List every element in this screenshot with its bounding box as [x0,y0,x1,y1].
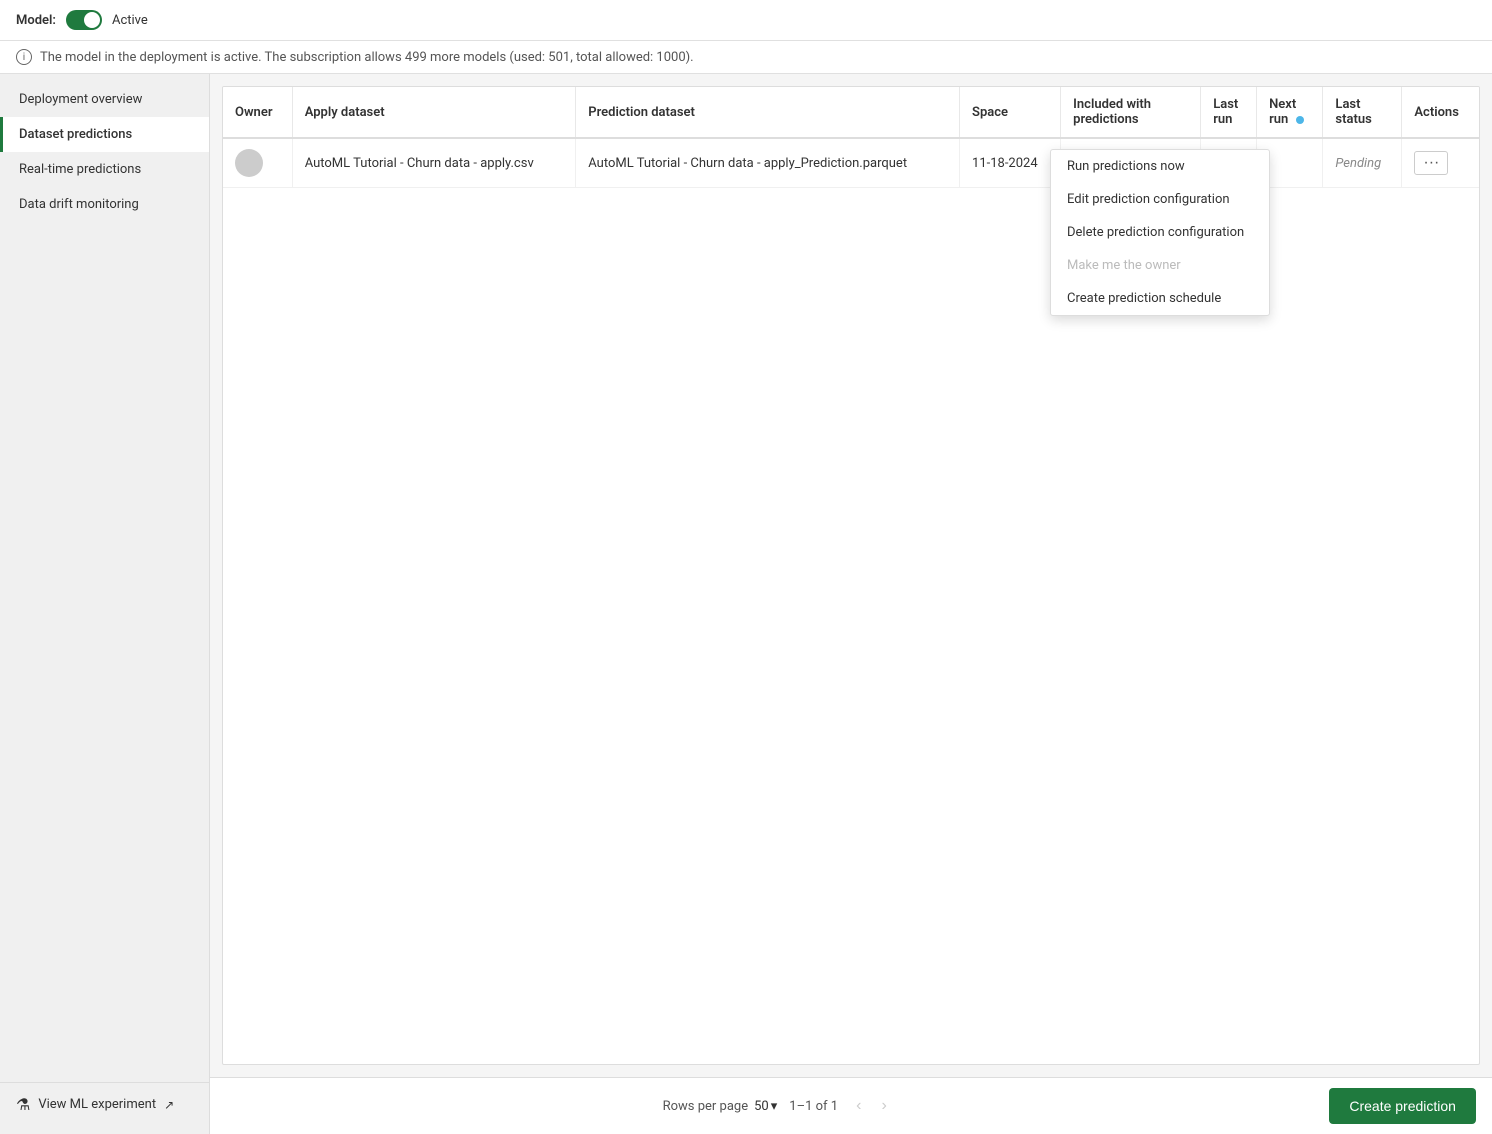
cell-space: 11-18-2024 [960,138,1061,188]
col-owner: Owner [223,87,292,138]
cell-apply-dataset: AutoML Tutorial - Churn data - apply.csv [292,138,576,188]
rows-per-page-select[interactable]: 50 ▾ [754,1099,777,1114]
col-prediction-dataset: Prediction dataset [576,87,960,138]
actions-dropdown-menu: Run predictions now Edit prediction conf… [1050,149,1270,316]
col-apply-dataset: Apply dataset [292,87,576,138]
pagination-info: Rows per page 50 ▾ 1–1 of 1 ‹ › [663,1093,893,1119]
info-bar: i The model in the deployment is active.… [0,41,1492,74]
cell-actions: ··· [1402,138,1479,188]
sidebar-item-dataset-predictions[interactable]: Dataset predictions [0,117,209,152]
model-toggle[interactable] [66,10,102,30]
info-icon: i [16,49,32,65]
cell-last-status: Pending [1323,138,1402,188]
next-run-dot [1296,116,1304,124]
sidebar-footer-label: View ML experiment [38,1097,156,1112]
info-text: The model in the deployment is active. T… [40,50,694,65]
chevron-down-icon: ▾ [771,1099,778,1114]
rows-per-page: Rows per page 50 ▾ [663,1099,778,1114]
dropdown-item-delete-prediction-configuration[interactable]: Delete prediction configuration [1051,216,1269,249]
col-last-status: Laststatus [1323,87,1402,138]
footer-bar: Rows per page 50 ▾ 1–1 of 1 ‹ › Create p… [210,1077,1492,1134]
table-row: AutoML Tutorial - Churn data - apply.csv… [223,138,1479,188]
cell-prediction-dataset: AutoML Tutorial - Churn data - apply_Pre… [576,138,960,188]
col-last-run: Lastrun [1201,87,1257,138]
col-included-with-predictions: Included withpredictions [1061,87,1201,138]
prev-page-button[interactable]: ‹ [850,1093,867,1119]
flask-icon: ⚗ [16,1095,30,1114]
predictions-table: Owner Apply dataset Prediction dataset S… [223,87,1479,188]
actions-button[interactable]: ··· [1414,151,1448,175]
content-area: Owner Apply dataset Prediction dataset S… [210,74,1492,1134]
sidebar-item-data-drift-monitoring[interactable]: Data drift monitoring [0,187,209,222]
page-info: 1–1 of 1 [789,1099,838,1114]
external-link-icon: ↗ [164,1098,174,1112]
dropdown-item-create-prediction-schedule[interactable]: Create prediction schedule [1051,282,1269,315]
col-space: Space [960,87,1061,138]
sidebar: Deployment overview Dataset predictions … [0,74,210,1134]
dropdown-item-run-predictions-now[interactable]: Run predictions now [1051,150,1269,183]
header-bar: Model: Active [0,0,1492,41]
col-actions: Actions [1402,87,1479,138]
dropdown-item-make-me-owner: Make me the owner [1051,249,1269,282]
next-page-button[interactable]: › [875,1093,892,1119]
sidebar-item-realtime-predictions[interactable]: Real-time predictions [0,152,209,187]
rows-per-page-label: Rows per page [663,1099,749,1114]
sidebar-nav: Deployment overview Dataset predictions … [0,82,209,222]
sidebar-item-deployment-overview[interactable]: Deployment overview [0,82,209,117]
rows-per-page-value: 50 [754,1099,769,1114]
col-next-run: Nextrun [1257,87,1323,138]
table-header-row: Owner Apply dataset Prediction dataset S… [223,87,1479,138]
sidebar-footer-view-ml-experiment[interactable]: ⚗ View ML experiment ↗ [0,1082,209,1126]
cell-owner [223,138,292,188]
model-status: Active [112,13,148,28]
status-badge: Pending [1335,156,1381,171]
page-nav: ‹ › [850,1093,893,1119]
table-container: Owner Apply dataset Prediction dataset S… [222,86,1480,1065]
create-prediction-button[interactable]: Create prediction [1329,1088,1476,1124]
model-label: Model: [16,13,56,28]
dropdown-item-edit-prediction-configuration[interactable]: Edit prediction configuration [1051,183,1269,216]
avatar [235,149,263,177]
